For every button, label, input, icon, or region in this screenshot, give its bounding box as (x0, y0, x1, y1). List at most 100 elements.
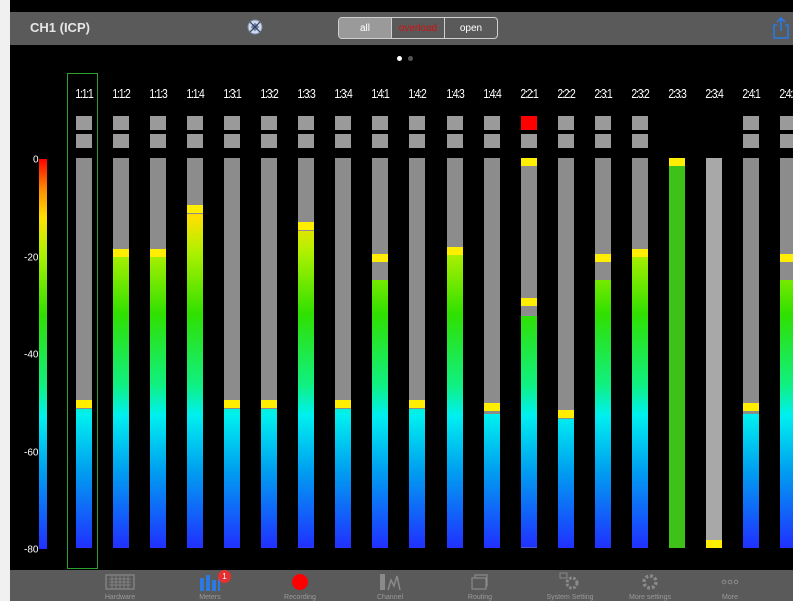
status-indicator (335, 134, 352, 148)
record-icon (291, 572, 309, 592)
peak-hold (742, 402, 759, 411)
segment-overload[interactable]: overload (392, 18, 445, 38)
segment-open[interactable]: open (445, 18, 497, 38)
scale-label: -40 (24, 349, 39, 361)
routing-icon (470, 572, 490, 592)
keyboard-icon (105, 572, 135, 592)
scale-gradient-bar (39, 159, 47, 549)
tab-label: Recording (284, 594, 316, 601)
peak-hold (113, 249, 130, 258)
tab-more[interactable]: More (690, 570, 770, 601)
level-fill (742, 413, 759, 548)
level-bar (557, 158, 574, 548)
gear-icon (640, 572, 660, 592)
peak-hold (150, 249, 167, 258)
tab-label: More (722, 594, 738, 601)
overload-indicator (483, 116, 500, 130)
level-fill (335, 409, 352, 548)
level-bar (409, 158, 426, 548)
level-fill (187, 214, 204, 548)
share-icon[interactable] (770, 16, 792, 45)
level-fill (113, 253, 130, 548)
level-bar (261, 158, 278, 548)
segment-open-label: open (459, 22, 483, 34)
status-indicator (742, 134, 759, 148)
peak-hold (705, 540, 722, 548)
status-indicator (298, 134, 315, 148)
level-bar (150, 158, 167, 548)
status-indicator (261, 134, 278, 148)
tab-label: Meters (199, 594, 221, 601)
peak-hold (224, 400, 241, 409)
page-dot-2 (408, 56, 413, 61)
tab-channel[interactable]: Channel (350, 570, 430, 601)
channel-label: 1:3:4 (334, 86, 353, 101)
channel-label: 2:3:1 (594, 86, 612, 101)
peak-hold (372, 253, 389, 262)
status-indicator (594, 134, 611, 148)
tab-label: System Setting (546, 594, 594, 601)
status-indicator (483, 134, 500, 148)
page-indicator[interactable] (397, 56, 413, 61)
tab-meters[interactable]: 1 Meters (170, 570, 250, 601)
status-indicator (187, 134, 204, 148)
overload-indicator (631, 116, 648, 130)
level-bar (705, 158, 722, 548)
status-indicator (557, 134, 574, 148)
status-indicator (372, 134, 389, 148)
selected-channel-highlight (67, 73, 98, 569)
page-title: CH1 (ICP) (30, 20, 90, 35)
level-fill (150, 253, 167, 548)
level-fill (298, 231, 315, 548)
level-bar (187, 158, 204, 548)
level-fill (372, 279, 389, 548)
channel-label: 1:3:2 (260, 86, 279, 101)
level-scale: 0 -20 -40 -60 -80 (24, 155, 68, 556)
level-bar (631, 158, 648, 548)
tab-label: Hardware (104, 594, 136, 601)
peak-hold (446, 246, 463, 255)
overload-indicator (298, 116, 315, 130)
peak-hold (298, 222, 315, 231)
channel-label: 2:3:3 (668, 86, 686, 101)
peak-hold (520, 297, 537, 306)
scale-label: -60 (24, 447, 39, 458)
channel-label: 2:4:1 (742, 86, 760, 101)
status-indicator (224, 134, 241, 148)
level-bar (298, 158, 315, 548)
tab-system-setting[interactable]: System Setting (530, 570, 610, 601)
channel-label: 2:2:2 (557, 86, 575, 101)
segment-overload-label: overload (398, 22, 438, 34)
channel-icon (378, 572, 402, 592)
level-bar (335, 158, 352, 548)
overload-indicator (335, 116, 352, 130)
tab-recording[interactable]: Recording (260, 570, 340, 601)
satellite-icon[interactable] (246, 18, 264, 41)
tab-hardware[interactable]: Hardware (80, 570, 160, 601)
tab-routing[interactable]: Routing (440, 570, 520, 601)
tab-bar: Hardware 1 Meters Recording Channel Routing Sy… (10, 570, 793, 601)
level-bar (446, 158, 463, 548)
peak-hold (557, 409, 574, 418)
meters-icon: 1 (199, 570, 231, 592)
channel-label: 2:3:2 (631, 86, 649, 101)
overload-indicator (779, 116, 793, 130)
segment-all[interactable]: all (339, 18, 392, 38)
level-fill (520, 316, 537, 548)
peak-hold (409, 400, 426, 409)
channel-label: 1:1:3 (149, 86, 168, 101)
overload-indicator (409, 116, 426, 130)
peak-hold (779, 253, 793, 262)
level-fill (631, 253, 648, 548)
overload-indicator (224, 116, 241, 130)
overload-indicator (187, 116, 204, 130)
level-fill (557, 418, 574, 548)
channel-label: 2:3:4 (705, 86, 723, 101)
status-indicator (409, 134, 426, 148)
peak-hold (668, 158, 685, 166)
tab-more-settings[interactable]: More settings (610, 570, 690, 601)
channel-label: 1:1:4 (186, 86, 205, 101)
page-dot-1 (397, 56, 402, 61)
segment-all-label: all (359, 22, 370, 34)
channel-label: 1:3:3 (297, 86, 316, 101)
